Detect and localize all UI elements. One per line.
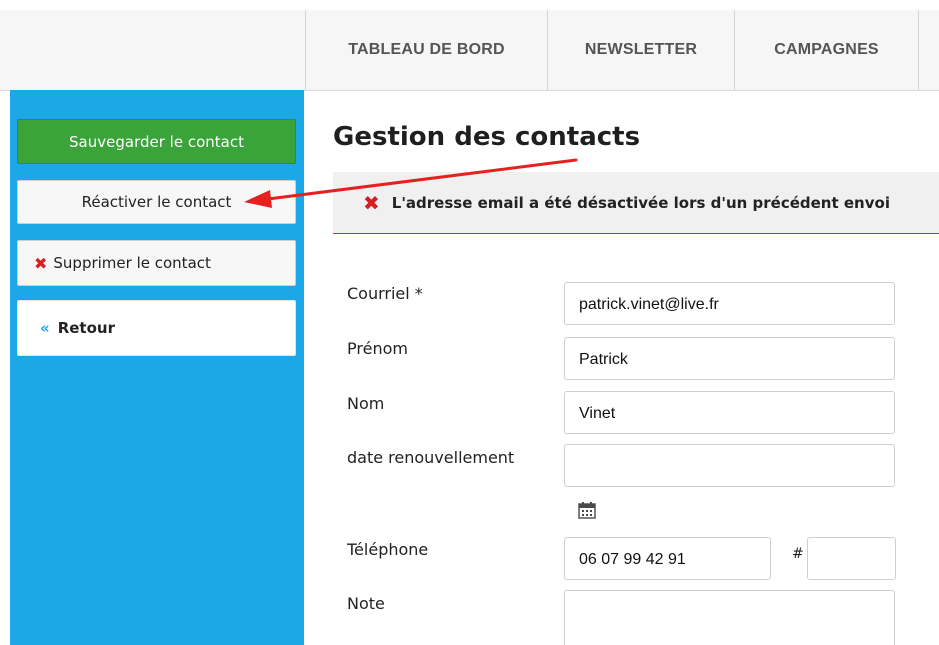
close-icon: ✖	[34, 253, 48, 273]
back-button[interactable]: « Retour	[17, 300, 296, 356]
close-icon: ✖	[363, 190, 380, 215]
alert-message: L'adresse email a été désactivée lors d'…	[391, 193, 890, 212]
tab-newsletter[interactable]: NEWSLETTER	[548, 10, 735, 90]
save-contact-button[interactable]: Sauvegarder le contact	[17, 119, 296, 164]
note-label: Note	[347, 594, 385, 613]
phone-label: Téléphone	[347, 540, 429, 559]
top-navigation: TABLEAU DE BORD NEWSLETTER CAMPAGNES	[0, 10, 939, 91]
double-chevron-left-icon: «	[40, 319, 50, 337]
save-contact-label: Sauvegarder le contact	[69, 132, 244, 151]
renewal-date-label: date renouvellement	[347, 448, 515, 467]
firstname-label: Prénom	[347, 339, 408, 358]
email-field[interactable]: patrick.vinet@live.fr	[564, 282, 895, 325]
note-field[interactable]	[564, 590, 895, 645]
error-alert: ✖ L'adresse email a été désactivée lors …	[333, 172, 939, 234]
sidebar: Sauvegarder le contact Réactiver le cont…	[10, 90, 304, 645]
phone-extension-symbol: #	[792, 546, 804, 562]
firstname-field[interactable]: Patrick	[564, 337, 895, 380]
lastname-label: Nom	[347, 394, 385, 413]
back-label: Retour	[57, 319, 115, 337]
lastname-field[interactable]: Vinet	[564, 391, 895, 434]
calendar-icon[interactable]	[578, 501, 596, 519]
phone-field[interactable]: 06 07 99 42 91	[564, 537, 771, 580]
reactivate-contact-button[interactable]: Réactiver le contact	[17, 180, 296, 224]
page-title: Gestion des contacts	[333, 122, 641, 152]
reactivate-contact-label: Réactiver le contact	[81, 193, 232, 211]
renewal-date-field[interactable]	[564, 444, 895, 487]
delete-contact-button[interactable]: ✖ Supprimer le contact	[17, 240, 296, 286]
tab-campagnes[interactable]: CAMPAGNES	[735, 10, 919, 90]
tab-tableau-de-bord[interactable]: TABLEAU DE BORD	[305, 10, 548, 90]
email-label: Courriel *	[347, 284, 423, 303]
delete-contact-label: Supprimer le contact	[53, 254, 211, 272]
phone-extension-field[interactable]	[807, 537, 896, 580]
